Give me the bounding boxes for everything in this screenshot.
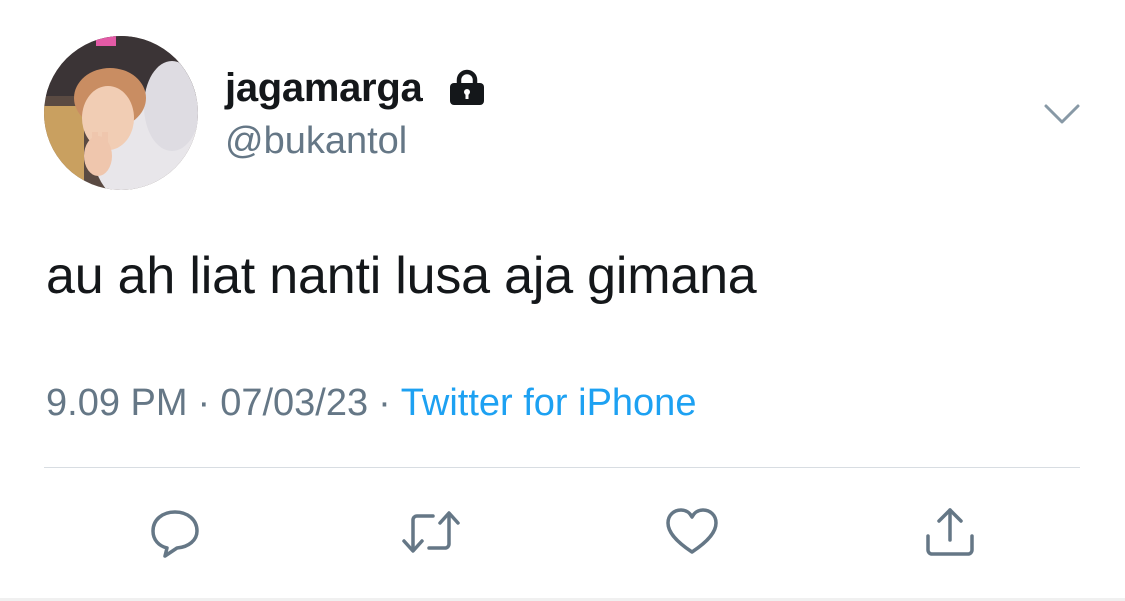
user-name-row: jagamarga: [225, 62, 488, 114]
tweet-date: 07/03/23: [220, 382, 369, 424]
reply-icon: [147, 504, 203, 560]
share-button[interactable]: [920, 502, 980, 562]
divider: [44, 467, 1080, 468]
chevron-down-icon[interactable]: [1040, 96, 1084, 132]
avatar-photo: [44, 36, 198, 190]
meta-separator: ·: [197, 382, 211, 424]
retweet-button[interactable]: [401, 502, 461, 562]
retweet-icon: [399, 504, 463, 560]
reply-button[interactable]: [145, 502, 205, 562]
tweet-meta: 9.09 PM · 07/03/23 · Twitter for iPhone: [46, 382, 696, 425]
tweet-detail: jagamarga @bukantol au ah liat nanti lus…: [0, 0, 1125, 601]
share-icon: [922, 504, 978, 560]
meta-separator: ·: [378, 382, 391, 424]
user-handle[interactable]: @bukantol: [225, 120, 407, 163]
tweet-source-link[interactable]: Twitter for iPhone: [401, 382, 697, 424]
lock-icon: [446, 67, 488, 109]
like-button[interactable]: [662, 502, 722, 562]
tweet-text: au ah liat nanti lusa aja gimana: [46, 247, 757, 305]
tweet-time: 9.09 PM: [46, 382, 188, 424]
avatar[interactable]: [44, 36, 198, 190]
heart-icon: [664, 504, 720, 560]
display-name[interactable]: jagamarga: [225, 66, 423, 111]
